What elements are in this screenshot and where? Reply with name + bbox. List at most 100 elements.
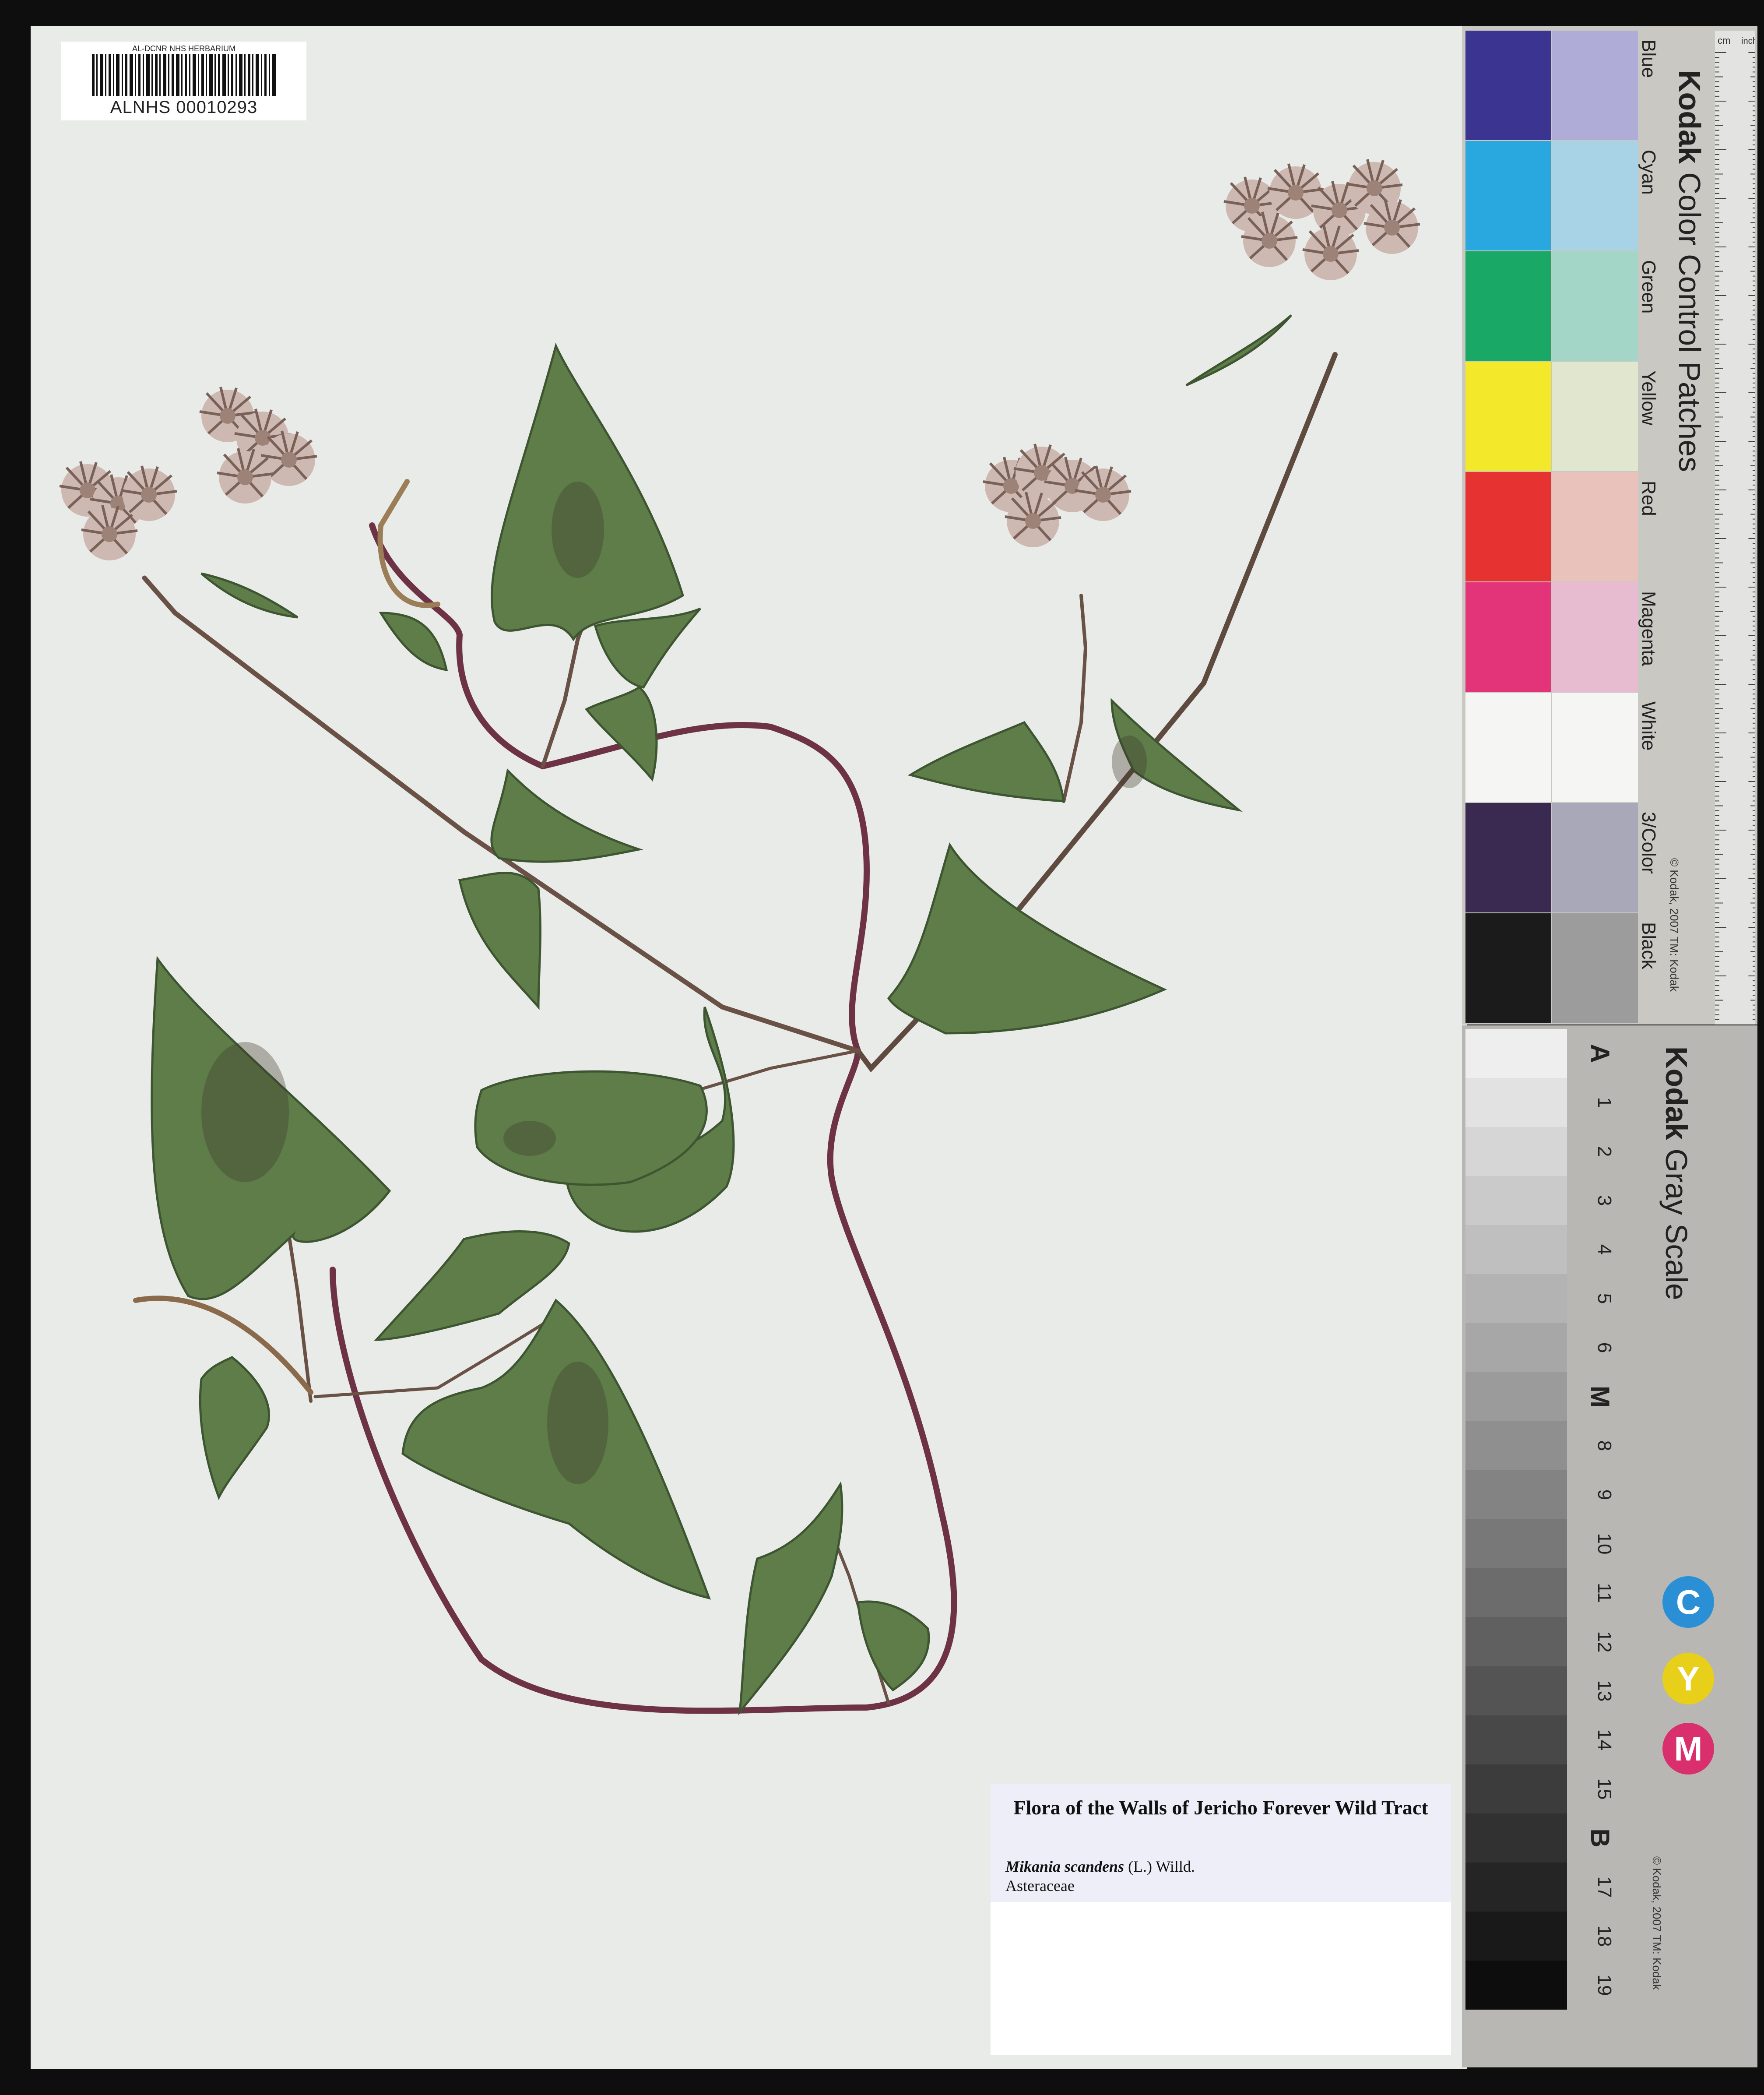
gray-card-brand: Kodak [1659,1046,1694,1140]
gray-step-label: 17 [1594,1876,1615,1898]
gray-step-label: 18 [1594,1925,1615,1947]
gray-step [1465,1813,1567,1863]
gray-card-title: Kodak Gray Scale [1659,1046,1694,1300]
leaf [458,872,541,1010]
gray-step [1465,1961,1567,2010]
leaf [585,686,658,782]
species-author: (L.) Willd. [1128,1858,1195,1875]
leaf [490,768,643,863]
leaf [1185,314,1292,387]
species-name: Mikania scandens [1005,1858,1124,1875]
gray-step-label: 8 [1594,1440,1615,1451]
label-title: Flora of the Walls of Jericho Forever Wi… [1013,1796,1428,1819]
gray-step-label: 6 [1594,1342,1615,1353]
gray-step-label: 2 [1594,1146,1615,1157]
color-patch-black-dark [1465,913,1551,1023]
gray-step [1465,1470,1567,1519]
gray-step-label: 3 [1594,1195,1615,1206]
catalog-number: ALNHS 00010293 [110,98,258,117]
gray-step [1465,1912,1567,1961]
patch-label: Green [1638,260,1659,314]
patch-label: Black [1638,922,1659,969]
color-card-title: Kodak Color Control Patches [1672,70,1707,472]
gray-step-label: M [1585,1386,1615,1408]
gray-step-label: 10 [1594,1533,1615,1555]
leaf [199,1356,270,1500]
gray-step [1465,1715,1567,1764]
herbarium-name: AL-DCNR NHS HERBARIUM [132,44,236,53]
specimen-label: Flora of the Walls of Jericho Forever Wi… [991,1784,1451,2055]
gray-card-copyright: © Kodak, 2007 TM: Kodak [1650,1856,1663,1990]
species-line: Mikania scandens (L.) Willd. [1005,1857,1195,1876]
yellow-dot: Y [1662,1653,1714,1704]
color-patch-3-color-light [1552,803,1638,912]
gray-step [1465,1421,1567,1470]
gray-step-label: 1 [1594,1097,1615,1108]
patch-label: Red [1638,481,1659,516]
patch-label: Yellow [1638,370,1659,426]
color-patch-black-light [1552,913,1638,1023]
color-patch-yellow-dark [1465,362,1551,471]
specimen-image: { "barcode": { "institution": "AL-DCNR N… [0,0,1764,2095]
color-patch-magenta-light [1552,582,1638,692]
gray-step-label: 9 [1594,1489,1615,1500]
gray-step [1465,1617,1567,1666]
patch-label: Cyan [1638,150,1659,195]
color-patch-magenta-dark [1465,582,1551,692]
gray-step [1465,1176,1567,1225]
color-card-brand: Kodak [1673,70,1707,164]
gray-step [1465,1078,1567,1127]
leaf [907,721,1065,803]
gray-step [1465,1764,1567,1813]
leaf [594,607,701,689]
color-patch-white-light [1552,693,1638,802]
leaf [200,572,299,619]
magenta-dot: M [1662,1723,1714,1775]
color-patch-white-dark [1465,693,1551,802]
patch-label: Magenta [1638,591,1659,666]
color-card-name: Color Control Patches [1673,172,1707,472]
cyan-dot: C [1662,1576,1714,1628]
color-patch-cyan-light [1552,141,1638,250]
leaf [887,842,1167,1035]
flower-cluster [60,387,317,560]
gray-step [1465,1127,1567,1176]
color-patch-3-color-dark [1465,803,1551,912]
color-patch-blue-dark [1465,31,1551,140]
family-name: Asteraceae [1005,1877,1075,1894]
barcode-label: AL-DCNR NHS HERBARIUM ALNHS 00010293 [61,42,306,120]
color-patch-red-light [1552,472,1638,581]
gray-card-name: Gray Scale [1659,1148,1694,1300]
patch-label: White [1638,701,1659,751]
gray-step-label: 15 [1594,1778,1615,1800]
label-header: Flora of the Walls of Jericho Forever Wi… [991,1784,1451,1902]
flower-cluster [983,444,1131,547]
gray-step [1465,1323,1567,1372]
leaf [379,612,448,672]
gray-step-label: 14 [1594,1729,1615,1751]
gray-step [1465,1568,1567,1617]
leaf [374,1230,570,1341]
color-patch-yellow-light [1552,362,1638,471]
gray-step [1465,1274,1567,1323]
gray-step-label: A [1585,1044,1615,1063]
gray-step-label: B [1585,1828,1615,1848]
color-patch-red-dark [1465,472,1551,581]
gray-step [1465,1372,1567,1421]
barcode [92,54,276,96]
gray-step [1465,1863,1567,1912]
patch-label: 3/Color [1638,812,1659,874]
gray-step [1465,1029,1567,1078]
color-patch-green-dark [1465,251,1551,361]
plant-specimen [0,0,1466,1716]
gray-step-label: 11 [1594,1583,1615,1603]
ruler-unit-cm: cm [1718,35,1730,46]
gray-step [1465,1519,1567,1568]
leaf [738,1481,843,1716]
leaf [857,1600,930,1692]
gray-step-label: 12 [1594,1631,1615,1653]
gray-step [1465,1666,1567,1715]
color-patch-green-light [1552,251,1638,361]
ruler-unit-inches: inches [1741,36,1755,46]
gray-step-label: 4 [1594,1244,1615,1255]
